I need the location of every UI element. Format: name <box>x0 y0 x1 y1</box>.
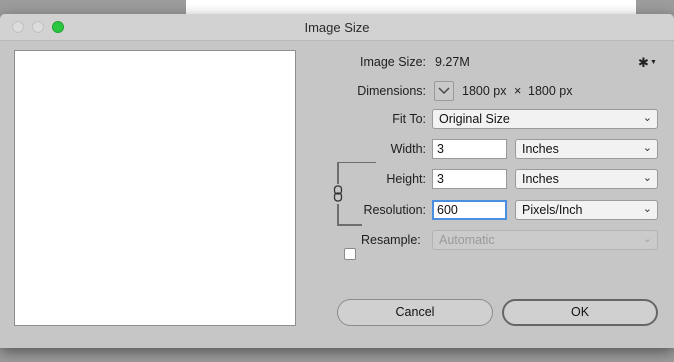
window-title: Image Size <box>304 20 370 35</box>
ok-button[interactable]: OK <box>502 299 658 326</box>
image-size-value: 9.27M <box>435 55 470 69</box>
chevron-down-icon <box>438 87 450 94</box>
width-unit-value: Inches <box>522 142 559 156</box>
chevron-down-icon: ⌄ <box>642 172 652 184</box>
dimensions-label: Dimensions: <box>357 84 426 98</box>
dimensions-width: 1800 px <box>462 84 507 98</box>
image-size-dialog: Image Size Image Size: 9.27M ✱ ▼ Dimensi… <box>0 14 674 348</box>
dimensions-height: 1800 px <box>528 84 573 98</box>
chevron-down-icon: ⌄ <box>642 233 652 245</box>
cancel-button[interactable]: Cancel <box>337 299 493 326</box>
height-label: Height: <box>386 172 426 186</box>
resolution-unit-select[interactable]: Pixels/Inch ⌄ <box>515 200 658 220</box>
dimensions-units-button[interactable] <box>434 81 454 101</box>
height-unit-select[interactable]: Inches ⌄ <box>515 169 658 189</box>
image-preview[interactable] <box>14 50 296 326</box>
height-field[interactable]: 3 <box>432 169 507 189</box>
resolution-field[interactable]: 600 <box>432 200 507 220</box>
title-bar: Image Size <box>0 14 674 41</box>
resample-method-select[interactable]: Automatic ⌄ <box>432 230 658 250</box>
fit-to-value: Original Size <box>439 112 510 126</box>
resample-method-value: Automatic <box>439 233 495 247</box>
chevron-down-icon: ⌄ <box>642 112 652 124</box>
width-unit-select[interactable]: Inches ⌄ <box>515 139 658 159</box>
image-size-label: Image Size: <box>359 55 426 69</box>
width-field[interactable]: 3 <box>432 139 507 159</box>
fit-to-select[interactable]: Original Size ⌄ <box>432 109 658 129</box>
resample-label: Resample: <box>361 233 421 247</box>
resolution-label: Resolution: <box>363 203 426 217</box>
chain-link-icon <box>333 185 343 202</box>
resolution-unit-value: Pixels/Inch <box>522 203 583 217</box>
width-label: Width: <box>390 142 426 156</box>
chevron-down-icon: ▼ <box>650 59 657 66</box>
chevron-down-icon: ⌄ <box>642 203 652 215</box>
height-unit-value: Inches <box>522 172 559 186</box>
gear-icon[interactable]: ✱ <box>638 55 649 71</box>
chevron-down-icon: ⌄ <box>642 142 652 154</box>
dimensions-times: × <box>514 84 522 98</box>
resample-checkbox[interactable] <box>344 248 356 260</box>
fit-to-label: Fit To: <box>392 112 426 126</box>
